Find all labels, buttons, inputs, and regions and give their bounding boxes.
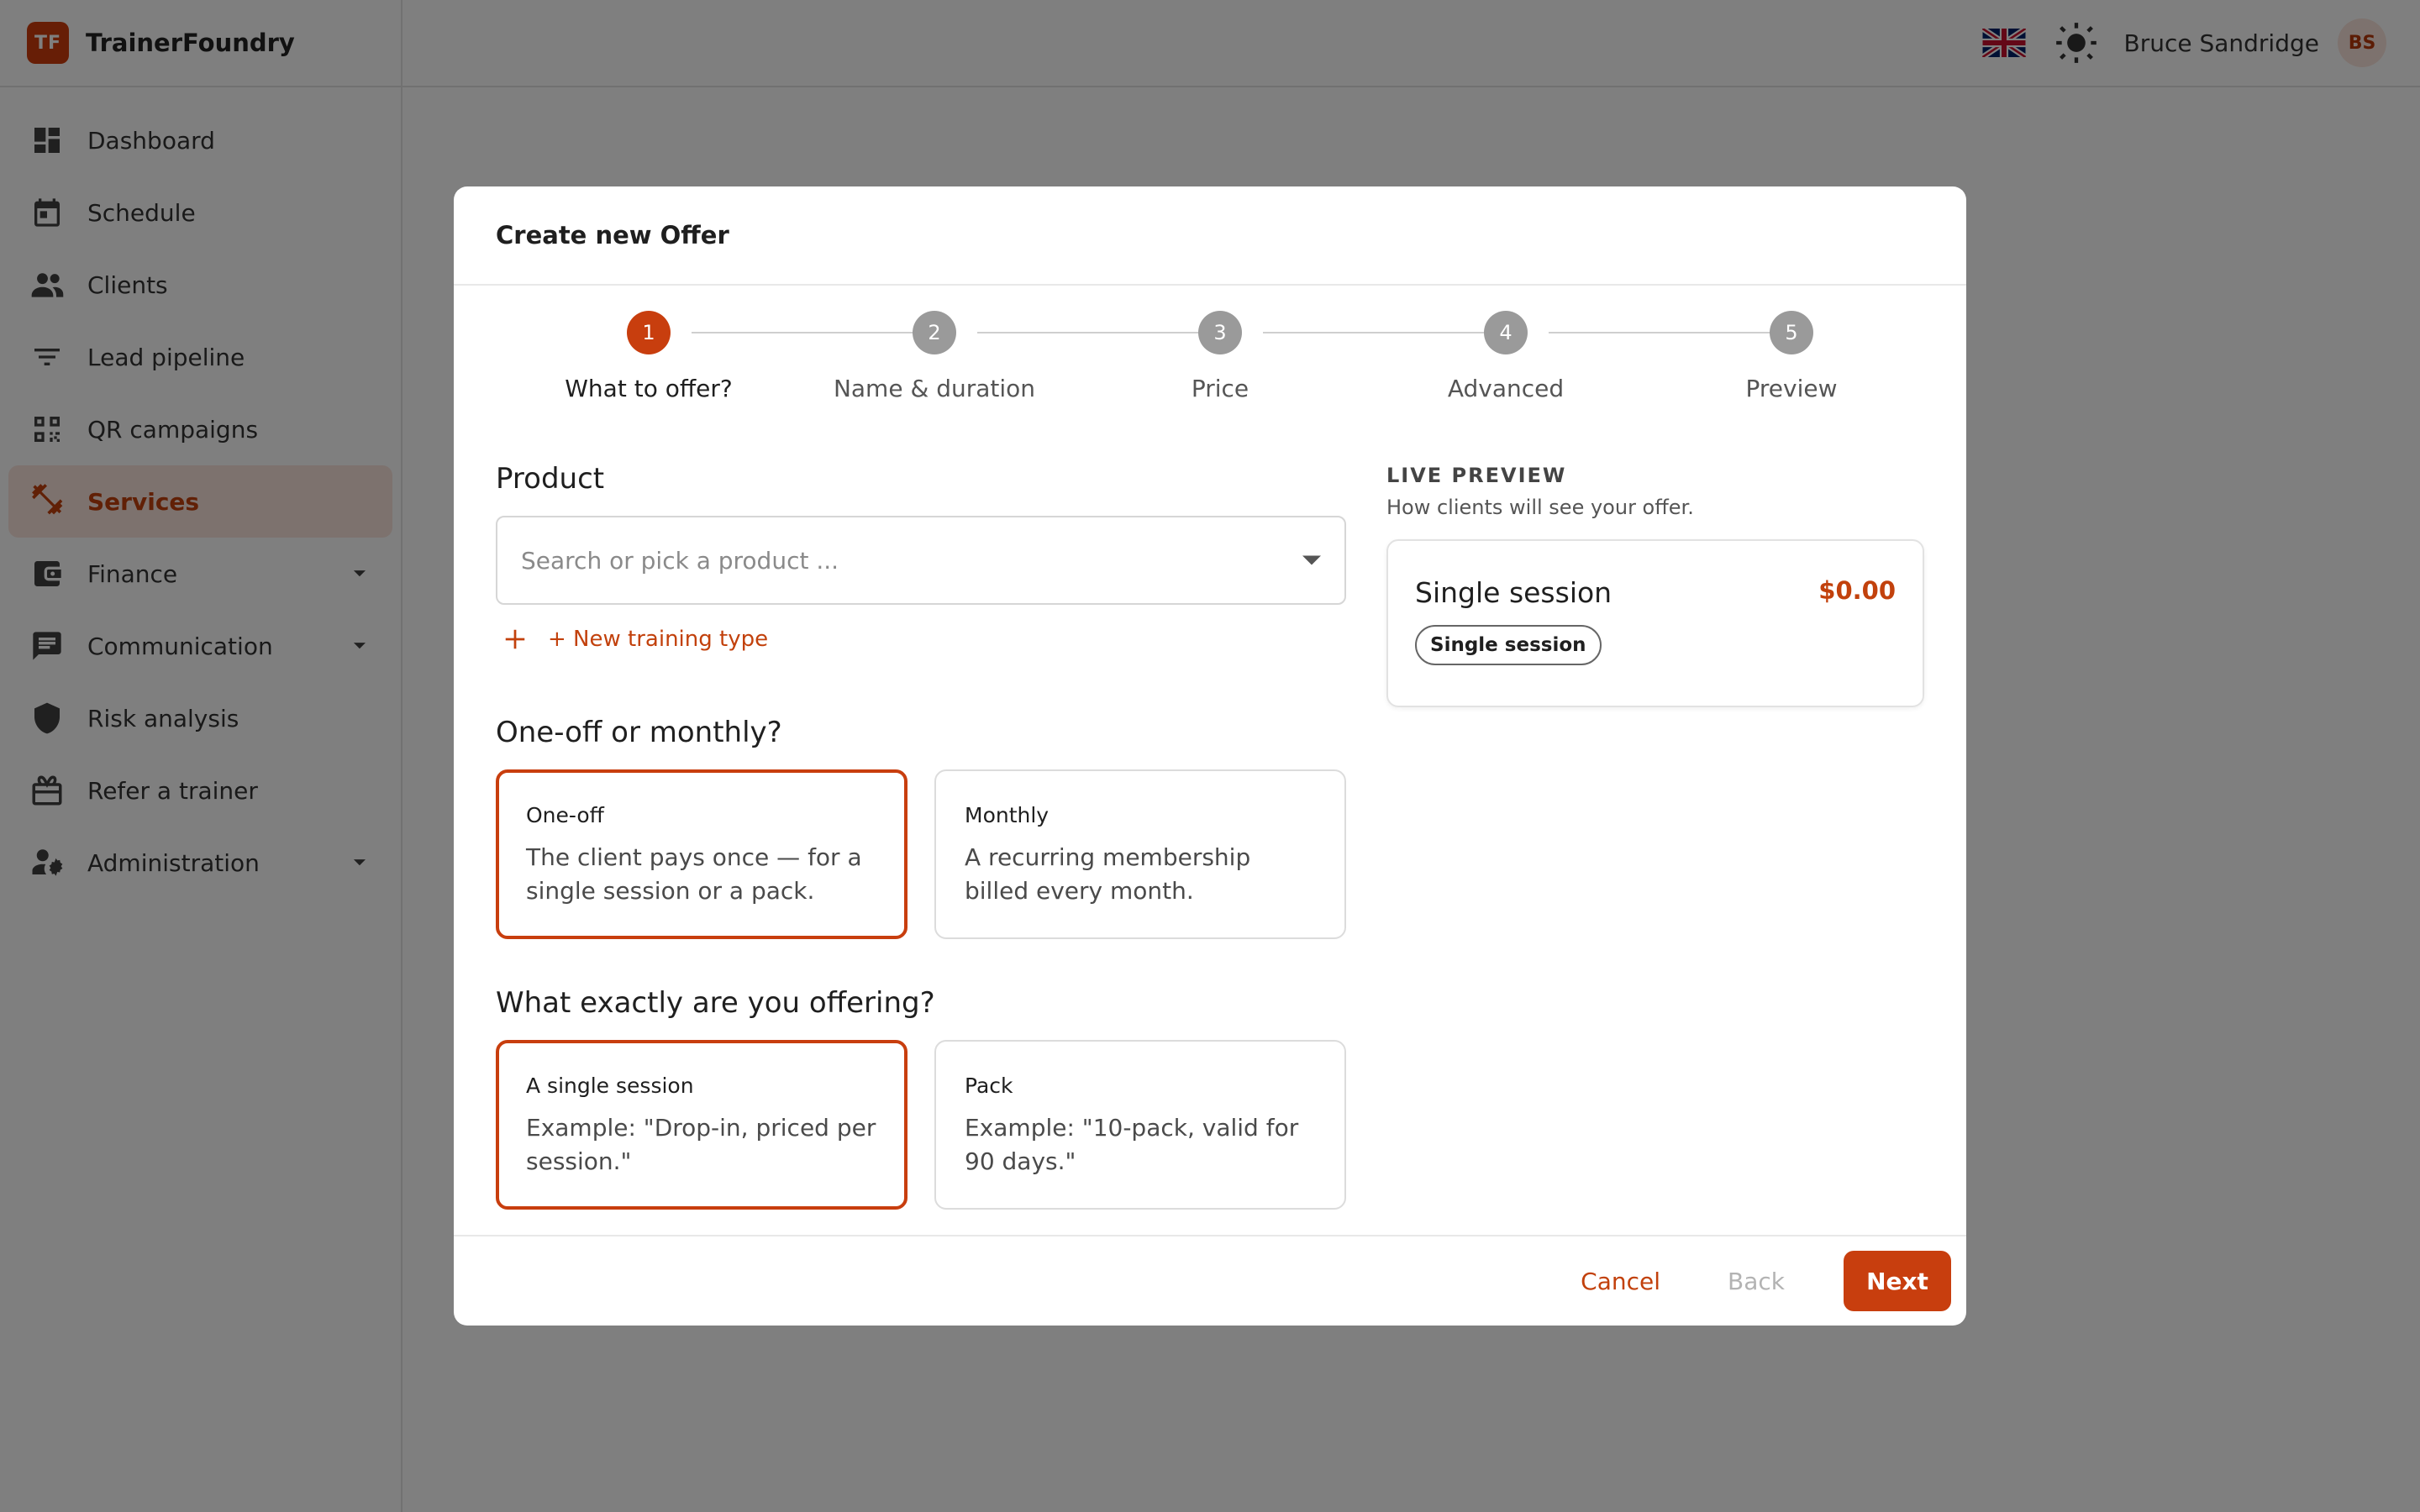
step-label: Preview (1745, 375, 1838, 402)
product-heading: Product (496, 462, 605, 496)
next-button[interactable]: Next (1844, 1251, 1951, 1311)
new-training-type-label: + New training type (548, 627, 769, 652)
step-name-duration[interactable]: 2 Name & duration (792, 311, 1077, 402)
option-description: Example: "10-pack, valid for 90 days." (965, 1114, 1299, 1175)
product-select[interactable]: Search or pick a product ... (496, 516, 1346, 605)
app-shell: TF TrainerFoundry Dashboard Schedule C (0, 0, 2420, 1512)
step-advanced[interactable]: 4 Advanced (1363, 311, 1649, 402)
dropdown-caret-icon[interactable] (1302, 555, 1321, 565)
option-description: Example: "Drop-in, priced per session." (526, 1114, 876, 1175)
stepper: 1 What to offer? 2 Name & duration 3 Pri… (496, 311, 1924, 420)
plus-icon (502, 627, 528, 652)
option-pack[interactable]: Pack Example: "10-pack, valid for 90 day… (934, 1040, 1346, 1210)
preview-card-price: $0.00 (1818, 576, 1896, 605)
billing-heading: One-off or monthly? (496, 716, 782, 749)
back-button[interactable]: Back (1694, 1251, 1818, 1311)
cancel-button[interactable]: Cancel (1547, 1251, 1694, 1311)
option-single-session[interactable]: A single session Example: "Drop-in, pric… (496, 1040, 908, 1210)
offering-heading: What exactly are you offering? (496, 986, 935, 1020)
option-monthly[interactable]: Monthly A recurring membership billed ev… (934, 769, 1346, 939)
step-what-to-offer[interactable]: 1 What to offer? (506, 311, 792, 402)
option-description: The client pays once — for a single sess… (526, 843, 862, 905)
new-training-type-button[interactable]: + New training type (502, 627, 768, 652)
step-number: 5 (1770, 311, 1813, 354)
live-preview-card: Single session $0.00 Single session (1386, 539, 1924, 707)
step-label: Advanced (1447, 375, 1565, 402)
step-number: 4 (1484, 311, 1528, 354)
step-number: 3 (1198, 311, 1242, 354)
live-preview-label: LIVE PREVIEW (1386, 464, 1567, 487)
live-preview-subtitle: How clients will see your offer. (1386, 496, 1694, 519)
preview-card-chip: Single session (1415, 625, 1602, 665)
option-one-off[interactable]: One-off The client pays once — for a sin… (496, 769, 908, 939)
option-title: Pack (965, 1074, 1013, 1098)
product-select-placeholder: Search or pick a product ... (521, 546, 839, 575)
create-offer-dialog: Create new Offer 1 What to offer? 2 Name… (454, 186, 1966, 1326)
dialog-title: Create new Offer (496, 221, 729, 249)
option-title: Monthly (965, 803, 1050, 827)
option-description: A recurring membership billed every mont… (965, 843, 1251, 905)
step-price[interactable]: 3 Price (1077, 311, 1363, 402)
option-title: One-off (526, 803, 604, 827)
step-label: Name & duration (833, 375, 1036, 402)
step-label: What to offer? (565, 375, 733, 402)
dialog-header: Create new Offer (454, 186, 1966, 286)
dialog-footer: Cancel Back Next (454, 1235, 1966, 1326)
step-number: 1 (627, 311, 671, 354)
step-label: Price (1191, 375, 1249, 402)
option-title: A single session (526, 1074, 694, 1098)
step-preview[interactable]: 5 Preview (1649, 311, 1934, 402)
step-number: 2 (913, 311, 956, 354)
preview-card-title: Single session (1415, 576, 1612, 609)
